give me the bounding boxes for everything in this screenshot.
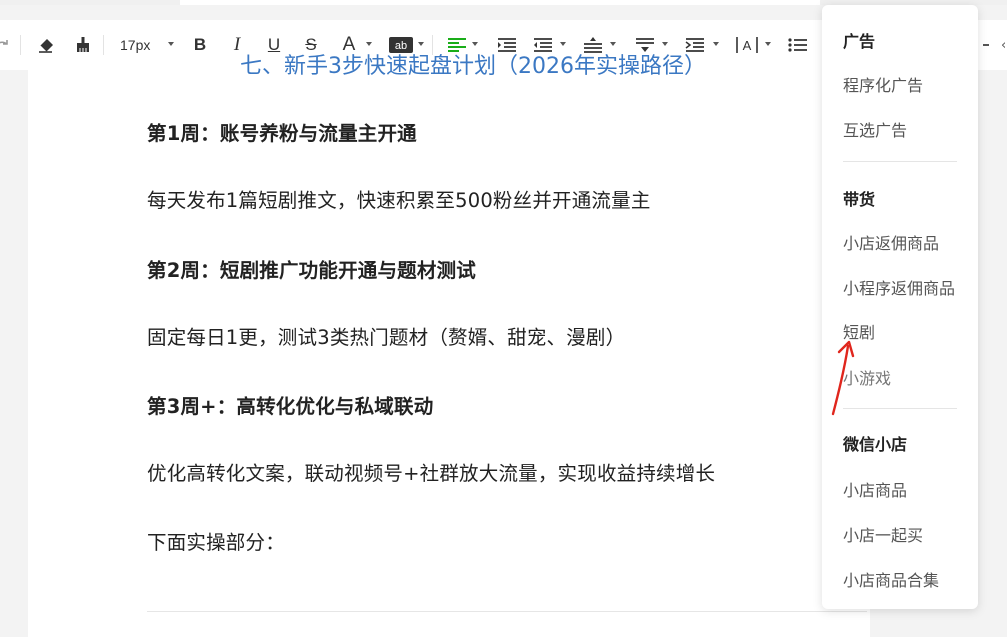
- chevron-down-icon[interactable]: [765, 42, 771, 46]
- bold-icon[interactable]: B: [190, 20, 210, 70]
- insert-dropdown-menu: 广告 程序化广告 互选广告 带货 小店返佣商品 小程序返佣商品 短剧 小游戏 微…: [822, 5, 978, 609]
- menu-item-shop-group-buy[interactable]: 小店一起买: [843, 522, 923, 546]
- menu-item-shop-collection[interactable]: 小店商品合集: [843, 567, 939, 591]
- menu-divider: [843, 161, 957, 162]
- svg-text:ab: ab: [395, 40, 407, 52]
- chevron-down-icon[interactable]: [418, 42, 424, 46]
- section-heading-text: 七、新手3步快速起盘计划（2026年实操路径）: [240, 54, 706, 79]
- redo-icon[interactable]: [0, 20, 12, 70]
- chevron-down-icon[interactable]: [610, 42, 616, 46]
- divider: [147, 611, 867, 612]
- paragraph[interactable]: 每天发布1篇短剧推文，快速积累至500粉丝并开通流量主: [147, 184, 651, 213]
- menu-item-miniprogram-commission[interactable]: 小程序返佣商品: [843, 275, 955, 299]
- svg-text:A: A: [743, 38, 752, 53]
- menu-item-programmatic-ads[interactable]: 程序化广告: [843, 72, 923, 96]
- document-page[interactable]: 七、新手3步快速起盘计划（2026年实操路径） 第1周：账号养粉与流量主开通 每…: [28, 54, 870, 637]
- paragraph[interactable]: 第3周+：高转化优化与私域联动: [147, 390, 433, 419]
- chevron-down-icon[interactable]: [472, 42, 478, 46]
- menu-item-shop-product[interactable]: 小店商品: [843, 477, 907, 501]
- toolbar-separator: [103, 35, 104, 55]
- toolbar-separator: [20, 35, 21, 55]
- section-heading: 七、新手3步快速起盘计划（2026年实操路径）: [240, 52, 800, 86]
- toolbar-dash-icon[interactable]: [983, 44, 989, 46]
- paragraph[interactable]: 第1周：账号养粉与流量主开通: [147, 117, 417, 146]
- chevron-left-icon[interactable]: ‹: [1001, 38, 1006, 53]
- chevron-down-icon[interactable]: [662, 42, 668, 46]
- section-title-ads: 广告: [843, 32, 876, 51]
- clear-format-icon[interactable]: [34, 20, 58, 70]
- menu-item-mini-game[interactable]: 小游戏: [843, 365, 891, 389]
- paragraph[interactable]: 下面实操部分：: [147, 526, 285, 555]
- menu-item-mutual-ads[interactable]: 互选广告: [843, 117, 907, 141]
- chevron-down-icon[interactable]: [713, 42, 719, 46]
- top-strip-segment: [180, 0, 820, 5]
- menu-divider: [843, 408, 957, 409]
- section-title-wechat-shop: 微信小店: [843, 435, 908, 454]
- font-size-select[interactable]: 17px: [120, 20, 150, 70]
- menu-item-short-drama[interactable]: 短剧: [843, 319, 875, 343]
- menu-item-shop-commission[interactable]: 小店返佣商品: [843, 230, 939, 254]
- chevron-down-icon[interactable]: [168, 42, 174, 46]
- paragraph[interactable]: 优化高转化文案，联动视频号+社群放大流量，实现收益持续增长: [147, 457, 715, 486]
- chevron-down-icon[interactable]: [560, 42, 566, 46]
- paragraph[interactable]: 第2周：短剧推广功能开通与题材测试: [147, 254, 476, 283]
- section-title-commerce: 带货: [843, 190, 876, 209]
- chevron-down-icon[interactable]: [366, 42, 372, 46]
- format-painter-icon[interactable]: [72, 20, 94, 70]
- paragraph[interactable]: 固定每日1更，测试3类热门题材（赘婿、甜宠、漫剧）: [147, 321, 625, 350]
